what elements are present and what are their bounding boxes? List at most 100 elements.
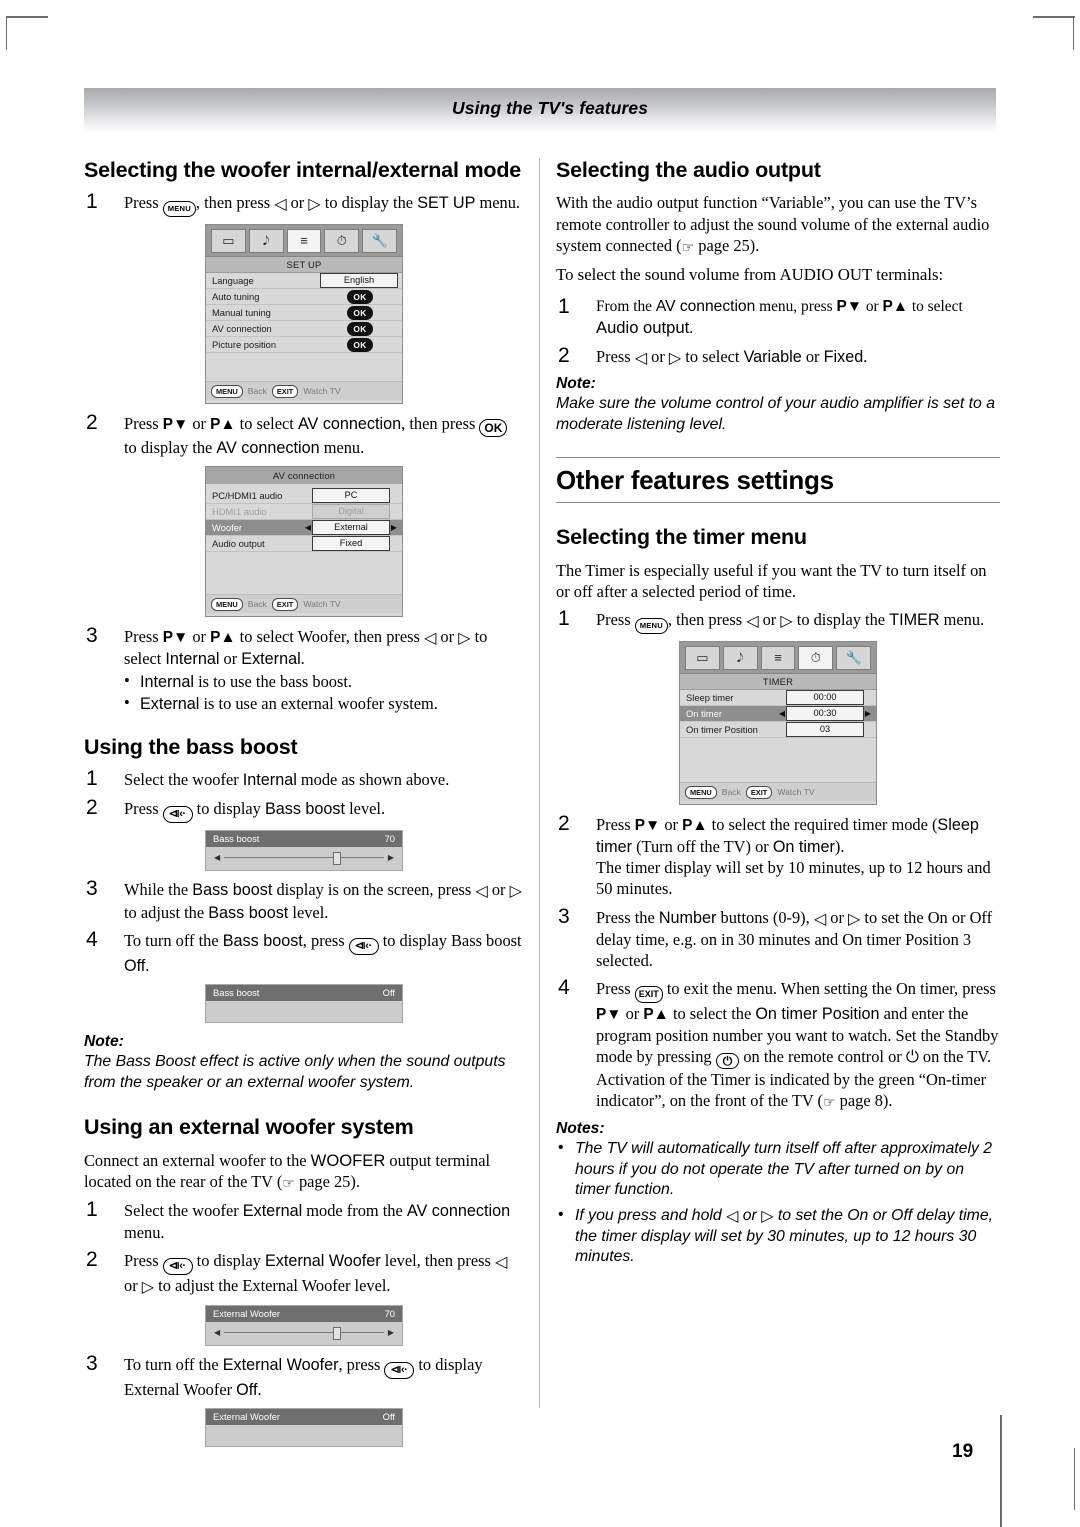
column-divider xyxy=(539,158,540,1408)
step-text: or xyxy=(188,626,211,646)
step-number: 2 xyxy=(86,410,98,434)
osd-row-label: On timer xyxy=(686,707,722,719)
note-body: Make sure the volume control of your aud… xyxy=(556,395,996,433)
step-text: to adjust the External Woofer level. xyxy=(154,1276,391,1296)
osd-timer-menu: ▭ 𝅘𝅥𝅮 ≡ ⏱ 🔧 TIMER Sleep timer 00:00 On tim… xyxy=(679,640,877,805)
crop-mark-bottom-vertical xyxy=(1000,1415,1002,1527)
right-arrow-icon: ▷ xyxy=(780,611,793,631)
heading-other-features: Other features settings xyxy=(556,465,834,496)
step-number: 1 xyxy=(86,190,98,214)
sound-icon: 𝅘𝅥𝅮 xyxy=(248,228,284,253)
level-label: Bass boost xyxy=(213,833,260,845)
step-bullet-list: Internal is to use the bass boost. Exter… xyxy=(124,670,524,715)
osd-row-value: Digital xyxy=(312,503,390,519)
heading-audio-output: Selecting the audio output xyxy=(556,158,821,182)
ui-term: Bass boost xyxy=(264,800,346,819)
note-text: or xyxy=(738,1206,762,1224)
level-header: External Woofer Off xyxy=(206,1408,402,1425)
menu-key-icon: MENU xyxy=(634,618,668,634)
osd-bass-boost-level: Bass boost 70 ◀ ▶ xyxy=(205,830,403,872)
right-column: Selecting the audio output With the audi… xyxy=(556,158,1000,1273)
level-slider: ◀ ▶ xyxy=(206,1322,402,1340)
level-header: Bass boost Off xyxy=(206,985,402,1002)
osd-row-label: HDMI1 audio xyxy=(212,505,267,517)
osd-footer-watch-label: Watch TV xyxy=(303,599,341,610)
step-bass-3: 3 While the Bass boost display is on the… xyxy=(84,877,524,923)
osd-row-value: 03 xyxy=(786,721,864,737)
step-text: or xyxy=(436,626,459,646)
osd-row: Audio output Fixed xyxy=(206,535,402,552)
ok-pill-icon: OK xyxy=(347,322,373,337)
step-bass-4: 4 To turn off the Bass boost, press ⧏‹· … xyxy=(84,928,524,977)
osd-row-value: 00:00 xyxy=(786,689,864,705)
timer-intro: The Timer is especially useful if you wa… xyxy=(556,560,987,601)
step-text: , press xyxy=(338,1354,385,1374)
step-text: menu. xyxy=(124,1223,165,1243)
step-text: Press xyxy=(596,979,635,999)
speaker-key-icon: ⧏‹· xyxy=(162,1258,193,1276)
step-text: to display the xyxy=(792,610,890,630)
step-text: ). xyxy=(834,836,845,856)
step-text: . xyxy=(689,319,694,337)
left-arrow-icon: ◁ xyxy=(746,611,759,631)
step-number: 4 xyxy=(86,928,98,952)
ui-term: Fixed xyxy=(823,347,864,366)
left-arrow-icon: ◀ xyxy=(778,708,786,718)
bullet-text: is to use an external woofer system. xyxy=(199,694,438,714)
setup-icon: ≡ xyxy=(760,645,796,670)
osd-row-label: Sleep timer xyxy=(686,691,734,703)
audio-output-subhead: To select the sound volume from AUDIO OU… xyxy=(556,265,944,285)
slider-track xyxy=(224,1326,384,1340)
ui-term: AV connection xyxy=(406,1202,511,1221)
heading-timer-menu: Selecting the timer menu xyxy=(556,525,807,550)
notes-list: The TV will automatically turn itself of… xyxy=(556,1138,1000,1267)
heading-woofer-mode: Selecting the woofer internal/external m… xyxy=(84,158,522,182)
power-glyph-icon: ⏻ xyxy=(905,1047,919,1067)
level-empty-area xyxy=(206,1001,402,1016)
step-text: menu. xyxy=(475,193,520,213)
list-item: External is to use an external woofer sy… xyxy=(124,692,524,715)
exit-key-icon: EXIT xyxy=(634,986,663,1004)
left-arrow-icon: ◁ xyxy=(634,347,648,367)
picture-icon: ▭ xyxy=(211,228,246,253)
osd-row-value: Fixed xyxy=(312,535,390,551)
step-text-second-line: The timer display will set by 10 minutes… xyxy=(596,858,991,899)
note-title: Note: xyxy=(556,375,596,393)
crop-mark-top-right-horizontal xyxy=(1033,16,1075,18)
exit-key-icon: EXIT xyxy=(271,384,299,398)
p-down-icon: P▼ xyxy=(162,628,189,646)
osd-footer: MENU Back EXIT Watch TV xyxy=(206,380,402,400)
step-text: level. xyxy=(345,799,386,819)
menu-key-icon: MENU xyxy=(211,597,243,611)
ui-term: External Woofer xyxy=(264,1252,381,1271)
pointing-hand-icon: ☞ xyxy=(681,240,695,257)
ui-term: On timer Position xyxy=(755,1005,880,1024)
step-text: or xyxy=(758,610,781,630)
timer-icon: ⏱ xyxy=(798,645,834,670)
osd-setup-menu: ▭ 𝅘𝅥𝅮 ≡ ⏱ 🔧 SET UP Language English Auto t… xyxy=(205,223,403,404)
step-text: Press xyxy=(596,346,635,366)
manual-page: Using the TV's features Selecting the wo… xyxy=(0,0,1080,1527)
step-number: 1 xyxy=(86,767,98,791)
osd-row: AV connection OK xyxy=(206,321,402,337)
step-text: Press xyxy=(124,413,163,433)
ui-term: SET UP xyxy=(417,194,476,213)
heading-bass-boost: Using the bass boost xyxy=(84,734,298,759)
right-arrow-icon: ▷ xyxy=(141,1277,155,1297)
left-arrow-icon: ◀ xyxy=(214,1327,221,1337)
speaker-key-icon: ⧏‹· xyxy=(162,806,193,824)
page-reference: page 8 xyxy=(839,1091,883,1111)
step-timer-4: 4 Press EXIT to exit the menu. When sett… xyxy=(556,976,1000,1113)
step-text: Press xyxy=(124,799,163,819)
osd-row-label: Picture position xyxy=(212,338,277,350)
crop-mark-right-vertical xyxy=(1074,1448,1075,1510)
osd-external-woofer-level: External Woofer 70 ◀ ▶ xyxy=(205,1304,403,1346)
p-up-icon: P▲ xyxy=(882,297,909,315)
right-arrow-icon: ▶ xyxy=(387,1327,394,1337)
osd-row-selected: Woofer ◀ External ▶ xyxy=(206,519,402,536)
step-text: to display xyxy=(192,799,265,819)
ui-term: Internal xyxy=(242,771,297,790)
osd-row-label: PC/HDMI1 audio xyxy=(212,489,283,501)
left-arrow-icon: ◁ xyxy=(494,1252,508,1272)
step-text: or xyxy=(660,814,683,834)
